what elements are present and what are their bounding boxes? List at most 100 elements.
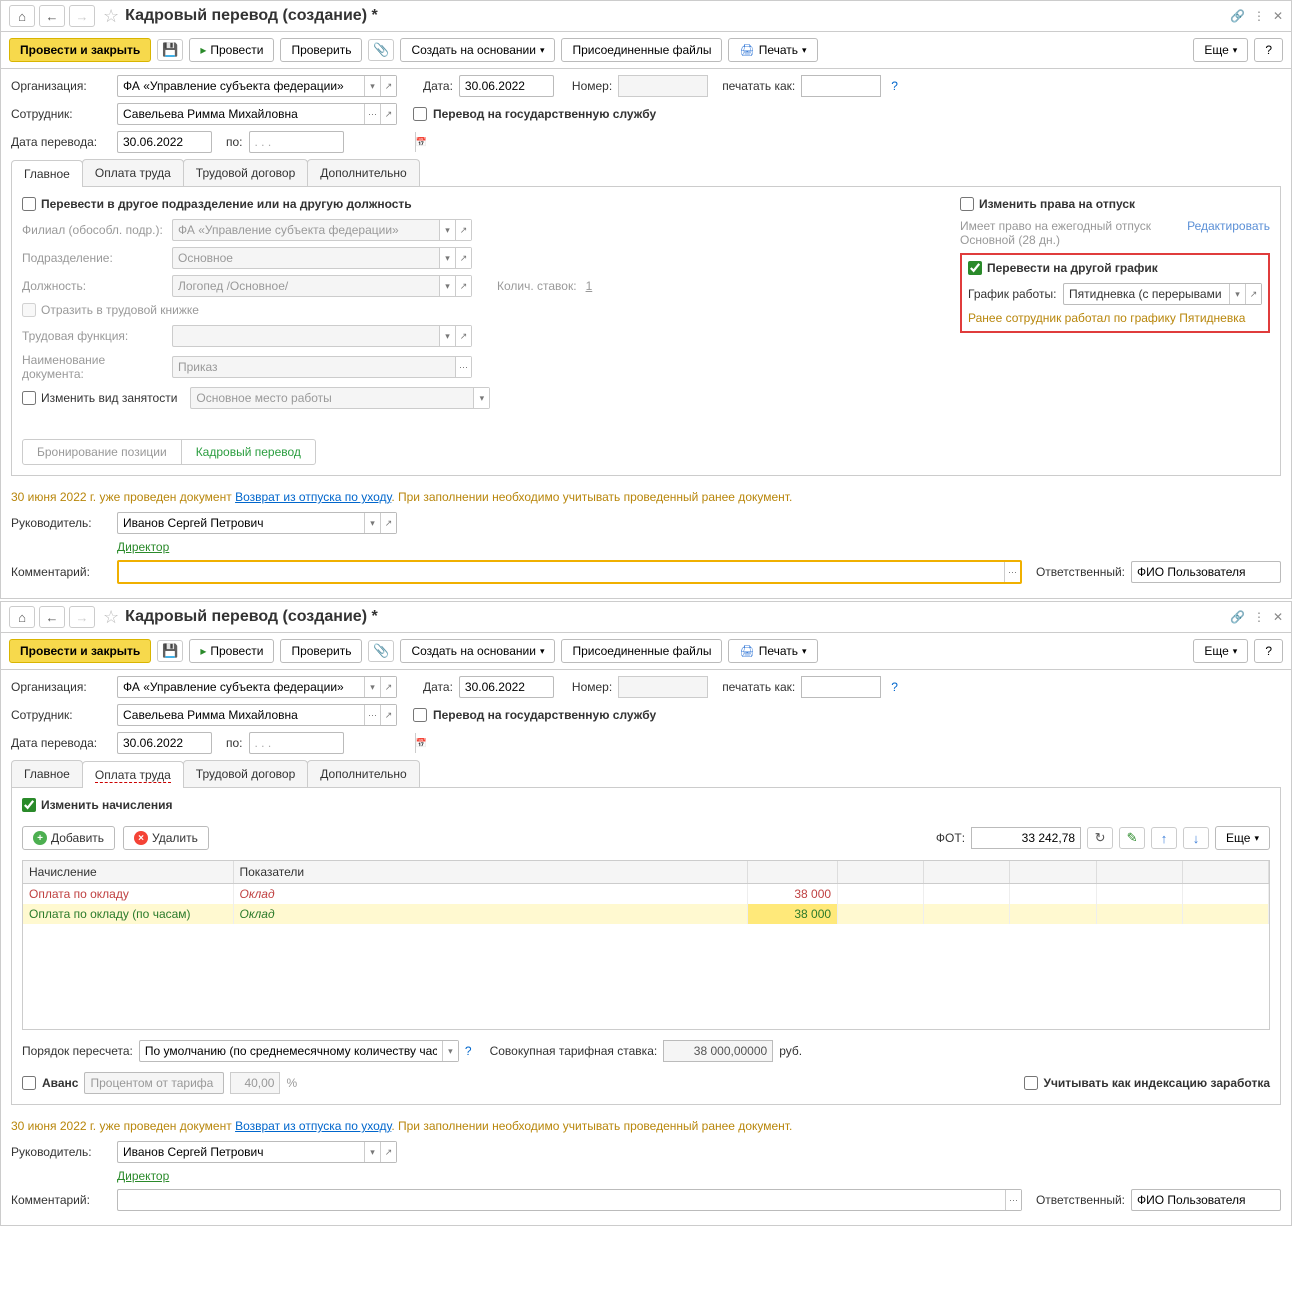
refresh-icon[interactable]: ↻ [1087, 827, 1113, 849]
index-checkbox[interactable] [1024, 1076, 1038, 1090]
gov-checkbox[interactable] [413, 107, 427, 121]
chgemp-checkbox[interactable] [22, 391, 36, 405]
po-input[interactable] [250, 132, 415, 152]
avans-val-input [230, 1072, 280, 1094]
home-icon[interactable]: ⌂ [9, 5, 35, 27]
calendar-icon[interactable]: 📅 [415, 132, 427, 152]
post-close-button[interactable]: Провести и закрыть [9, 639, 151, 663]
printas-input[interactable] [801, 75, 881, 97]
dropdown-icon[interactable]: ▾ [1229, 284, 1245, 304]
more-button[interactable]: Еще [1193, 38, 1248, 62]
mgr-input[interactable] [118, 1142, 364, 1162]
num-input[interactable] [618, 676, 708, 698]
transfer-button[interactable]: Кадровый перевод [182, 440, 315, 464]
home-icon[interactable]: ⌂ [9, 606, 35, 628]
more-button[interactable]: Еще [1215, 826, 1270, 850]
create-based-button[interactable]: Создать на основании [400, 639, 555, 663]
resp-input[interactable] [1132, 1190, 1292, 1210]
down-icon[interactable]: ↓ [1183, 827, 1209, 849]
star-icon[interactable]: ☆ [103, 607, 119, 628]
open-icon[interactable]: ↗ [1245, 284, 1261, 304]
tab-addl[interactable]: Дополнительно [307, 159, 419, 186]
dots-icon[interactable]: ⋯ [364, 104, 380, 124]
back-icon[interactable]: ← [39, 606, 65, 628]
check-button[interactable]: Проверить [280, 38, 362, 62]
resp-input[interactable] [1132, 562, 1292, 582]
save-icon[interactable]: 💾 [157, 39, 183, 61]
add-button[interactable]: +Добавить [22, 826, 115, 850]
tab-pay[interactable]: Оплата труда [82, 159, 184, 186]
help-button[interactable]: ? [1254, 639, 1283, 663]
comment-label: Комментарий: [11, 565, 111, 579]
more-button[interactable]: Еще [1193, 639, 1248, 663]
open-icon[interactable]: ↗ [380, 104, 396, 124]
help-link[interactable]: ? [891, 79, 898, 93]
comment-input[interactable] [119, 562, 1004, 582]
menu-icon[interactable]: ⋮ [1253, 9, 1265, 23]
print-button[interactable]: 🖨Печать [728, 639, 817, 663]
printas-input[interactable] [801, 676, 881, 698]
printas-label: печатать как: [722, 79, 795, 93]
open-icon[interactable]: ↗ [380, 513, 396, 533]
org-input[interactable] [118, 76, 364, 96]
tab-pay[interactable]: Оплата труда [82, 761, 184, 788]
tab-main[interactable]: Главное [11, 160, 83, 187]
attach-icon[interactable]: 📎 [368, 640, 394, 662]
tab-main[interactable]: Главное [11, 760, 83, 787]
print-button[interactable]: 🖨Печать [728, 38, 817, 62]
vac-checkbox[interactable] [960, 197, 974, 211]
calendar-icon[interactable]: 📅 [415, 733, 427, 753]
create-based-button[interactable]: Создать на основании [400, 38, 555, 62]
help-link[interactable]: ? [891, 680, 898, 694]
back-icon[interactable]: ← [39, 5, 65, 27]
warning-link[interactable]: Возврат из отпуска по уходу [235, 490, 391, 504]
recalc-input[interactable] [140, 1041, 442, 1061]
open-icon[interactable]: ↗ [380, 76, 396, 96]
close-icon[interactable]: ✕ [1273, 9, 1283, 23]
table-row: Оплата по окладу (по часам) Оклад 38 000 [23, 904, 1269, 924]
dropdown-icon[interactable]: ▾ [442, 1041, 458, 1061]
menu-icon[interactable]: ⋮ [1253, 610, 1265, 624]
mgr-pos-link[interactable]: Директор [117, 540, 169, 554]
emp-input[interactable] [118, 705, 364, 725]
link-icon[interactable]: 🔗 [1230, 9, 1245, 23]
up-icon[interactable]: ↑ [1151, 827, 1177, 849]
help-link[interactable]: ? [465, 1044, 472, 1058]
tab-contract[interactable]: Трудовой договор [183, 760, 308, 787]
sched-checkbox[interactable] [968, 261, 982, 275]
pos-label: Должность: [22, 279, 167, 293]
fot-input[interactable] [971, 827, 1081, 849]
files-button[interactable]: Присоединенные файлы [561, 639, 722, 663]
dots-icon[interactable]: ⋯ [1004, 562, 1020, 582]
save-icon[interactable]: 💾 [157, 640, 183, 662]
attach-icon[interactable]: 📎 [368, 39, 394, 61]
delete-button[interactable]: ×Удалить [123, 826, 209, 850]
edit-icon[interactable]: ✎ [1119, 827, 1145, 849]
star-icon[interactable]: ☆ [103, 6, 119, 27]
avans-checkbox[interactable] [22, 1076, 36, 1090]
close-icon[interactable]: ✕ [1273, 610, 1283, 624]
change-accr-checkbox[interactable] [22, 798, 36, 812]
check-button[interactable]: Проверить [280, 639, 362, 663]
sched-input[interactable] [1064, 284, 1229, 304]
num-input[interactable] [618, 75, 708, 97]
dropdown-icon[interactable]: ▾ [364, 76, 380, 96]
emp-input[interactable] [118, 104, 364, 124]
mgr-input[interactable] [118, 513, 364, 533]
tab-addl[interactable]: Дополнительно [307, 760, 419, 787]
comment-input[interactable] [118, 1190, 1005, 1210]
org-input[interactable] [118, 677, 364, 697]
files-button[interactable]: Присоединенные файлы [561, 38, 722, 62]
tab-contract[interactable]: Трудовой договор [183, 159, 308, 186]
post-button[interactable]: ▸Провести [189, 38, 274, 62]
post-close-button[interactable]: Провести и закрыть [9, 38, 151, 62]
post-button[interactable]: ▸Провести [189, 639, 274, 663]
transfer-dept-checkbox[interactable] [22, 197, 36, 211]
vac-edit-link[interactable]: Редактировать [1187, 219, 1270, 247]
mgr-pos-link[interactable]: Директор [117, 1169, 169, 1183]
warning-link[interactable]: Возврат из отпуска по уходу [235, 1119, 391, 1133]
gov-checkbox[interactable] [413, 708, 427, 722]
dropdown-icon[interactable]: ▾ [364, 513, 380, 533]
link-icon[interactable]: 🔗 [1230, 610, 1245, 624]
help-button[interactable]: ? [1254, 38, 1283, 62]
